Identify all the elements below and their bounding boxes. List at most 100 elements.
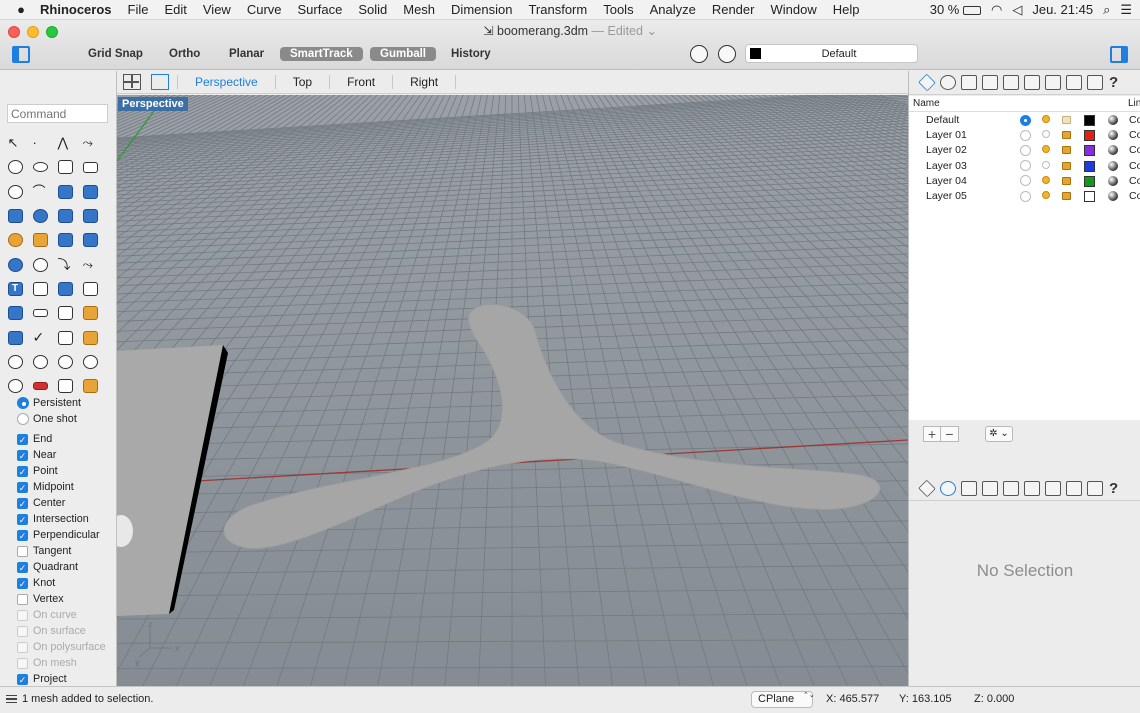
- current-layer-radio[interactable]: [1020, 114, 1031, 126]
- osnap-center-checkbox[interactable]: ✓: [17, 497, 28, 509]
- layer-color-swatch[interactable]: [1084, 160, 1095, 172]
- visibility-bulb-icon[interactable]: [1042, 115, 1050, 123]
- menu-transform[interactable]: Transform: [520, 0, 595, 20]
- osnap-midpoint-checkbox[interactable]: ✓: [17, 481, 28, 493]
- ellipse-tool-icon[interactable]: [28, 155, 52, 179]
- linetype-abbrev[interactable]: Co: [1129, 160, 1140, 172]
- monitor-panel-icon[interactable]: [1087, 481, 1103, 496]
- array-tool-icon[interactable]: [53, 277, 77, 301]
- menu-render[interactable]: Render: [704, 0, 763, 20]
- select-tool-icon[interactable]: ↖: [3, 131, 27, 155]
- display-panel-icon[interactable]: [1024, 481, 1040, 496]
- osnap-end[interactable]: ✓ End: [17, 431, 52, 447]
- layer-color-swatch[interactable]: [1084, 145, 1095, 157]
- polyline-tool-icon[interactable]: ⋀: [53, 131, 77, 155]
- material-sphere-icon[interactable]: [1108, 130, 1118, 141]
- current-layer-radio[interactable]: [1020, 129, 1031, 141]
- move-tool-icon[interactable]: [3, 301, 27, 325]
- remove-layer-button[interactable]: −: [941, 426, 959, 442]
- viewport-name-label[interactable]: Perspective: [118, 97, 188, 111]
- linetype-abbrev[interactable]: Co: [1129, 144, 1140, 156]
- lock-icon[interactable]: [1062, 161, 1071, 170]
- join-tool-icon[interactable]: [78, 228, 102, 252]
- osnap-intersection-checkbox[interactable]: ✓: [17, 513, 28, 525]
- sphere-tool-icon[interactable]: [28, 204, 52, 228]
- single-viewport-icon[interactable]: [151, 74, 169, 90]
- menu-file[interactable]: File: [120, 0, 157, 20]
- menu-mesh[interactable]: Mesh: [395, 0, 443, 20]
- materials-panel-icon[interactable]: [982, 481, 998, 496]
- osnap-vertex[interactable]: Vertex: [17, 591, 64, 607]
- visibility-bulb-icon[interactable]: [1042, 160, 1050, 169]
- osnap-perpendicular[interactable]: ✓ Perpendicular: [17, 527, 100, 543]
- ortho-toggle[interactable]: Ortho: [159, 47, 210, 61]
- layers-panel-icon[interactable]: [918, 479, 936, 498]
- camera-panel-icon[interactable]: [1003, 75, 1019, 90]
- menu-curve[interactable]: Curve: [239, 0, 290, 20]
- trim-tool-icon[interactable]: [53, 228, 77, 252]
- layer-name[interactable]: Layer 04: [926, 175, 967, 187]
- layer-row[interactable]: Layer 05 Co: [909, 189, 1140, 204]
- layer-name[interactable]: Layer 02: [926, 144, 967, 156]
- image-frame-icon[interactable]: [78, 374, 102, 398]
- points-on-tool-icon[interactable]: [28, 252, 52, 276]
- layer-row[interactable]: Layer 02 Co: [909, 143, 1140, 158]
- wifi-icon[interactable]: ◠: [991, 2, 1002, 18]
- linetype-abbrev[interactable]: Co: [1129, 129, 1140, 141]
- osnap-midpoint[interactable]: ✓ Midpoint: [17, 479, 74, 495]
- smarttrack-toggle[interactable]: SmartTrack: [280, 47, 363, 61]
- cplane-selector[interactable]: CPlane: [751, 691, 813, 708]
- split-tool-icon[interactable]: [28, 228, 52, 252]
- osnap-filter-icon[interactable]: [690, 45, 708, 63]
- tab-perspective[interactable]: Perspective: [177, 75, 275, 89]
- add-layer-button[interactable]: +: [923, 426, 941, 442]
- history-toggle[interactable]: History: [441, 47, 501, 61]
- col-name-header[interactable]: Name: [913, 98, 940, 109]
- osnap-near[interactable]: ✓ Near: [17, 447, 56, 463]
- materials-panel-icon[interactable]: [982, 75, 998, 90]
- lock-icon[interactable]: [1062, 192, 1071, 200]
- properties-panel-icon[interactable]: [940, 75, 956, 90]
- menu-help[interactable]: Help: [825, 0, 868, 20]
- material-sphere-icon[interactable]: [1108, 175, 1118, 186]
- notification-center-icon[interactable]: ☰: [1120, 2, 1132, 18]
- gumball-toggle[interactable]: Gumball: [370, 47, 437, 61]
- document-panel-icon[interactable]: [961, 75, 977, 90]
- menu-view[interactable]: View: [195, 0, 239, 20]
- visibility-bulb-icon[interactable]: [1042, 175, 1050, 184]
- command-history[interactable]: 1 mesh added to selection.: [6, 693, 153, 705]
- osnap-end-checkbox[interactable]: ✓: [17, 433, 28, 445]
- current-layer-selector[interactable]: Default: [745, 44, 918, 63]
- help-panel-icon[interactable]: ?: [1109, 480, 1118, 497]
- layer-color-swatch[interactable]: [1084, 115, 1095, 126]
- layer-name[interactable]: Layer 01: [926, 129, 967, 141]
- curve-tool-icon[interactable]: ⤳: [78, 131, 102, 155]
- toggle-right-sidebar-button[interactable]: [1110, 46, 1128, 63]
- ruler-tool-icon[interactable]: [28, 301, 52, 325]
- group-tool-icon[interactable]: [3, 252, 27, 276]
- title-chevron-icon[interactable]: ⌄: [643, 24, 656, 38]
- monitor-panel-icon[interactable]: [1087, 75, 1103, 90]
- current-layer-radio[interactable]: [1020, 175, 1031, 187]
- edit-points-tool-icon[interactable]: ⤳: [78, 252, 102, 276]
- document-name[interactable]: boomerang.3dm: [497, 24, 588, 38]
- layer-row[interactable]: Layer 01 Co: [909, 128, 1140, 143]
- layer-name[interactable]: Default: [926, 114, 959, 126]
- record-history-icon[interactable]: [718, 45, 736, 63]
- osnap-point[interactable]: ✓ Point: [17, 463, 58, 479]
- linetype-abbrev[interactable]: Co: [1129, 175, 1140, 187]
- linetype-abbrev[interactable]: Co: [1129, 114, 1140, 126]
- lock-icon[interactable]: [1062, 146, 1071, 155]
- menu-edit[interactable]: Edit: [156, 0, 194, 20]
- clock[interactable]: Jeu. 21:45: [1032, 2, 1093, 17]
- rectangle-tool-icon[interactable]: [78, 155, 102, 179]
- boolean-tool-icon[interactable]: [78, 301, 102, 325]
- menu-analyze[interactable]: Analyze: [642, 0, 704, 20]
- circle-tool-icon[interactable]: [3, 155, 27, 179]
- material-sphere-icon[interactable]: [1108, 160, 1118, 171]
- layer-row[interactable]: Layer 04 Co: [909, 174, 1140, 189]
- layer-row[interactable]: Layer 03 Co: [909, 159, 1140, 174]
- box-tool-icon[interactable]: [3, 204, 27, 228]
- notes-panel-icon[interactable]: [1045, 481, 1061, 496]
- osnap-oneshot-radio[interactable]: One shot: [17, 411, 77, 427]
